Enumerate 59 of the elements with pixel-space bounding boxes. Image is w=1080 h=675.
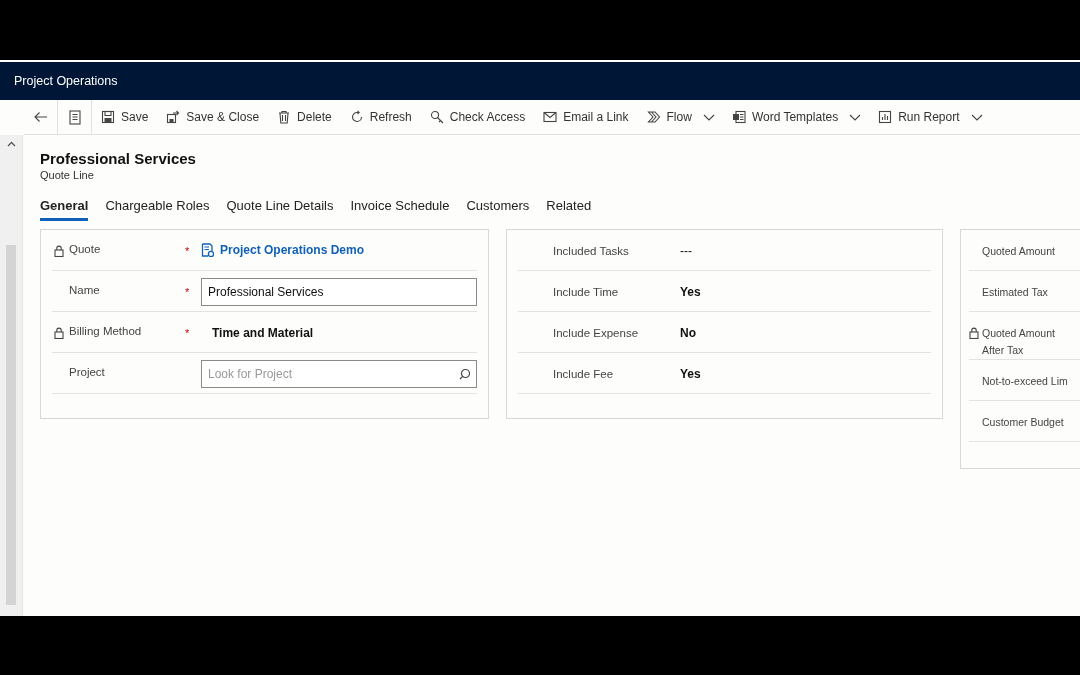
field-value: No	[680, 325, 696, 340]
chevron-down-icon	[702, 113, 715, 121]
lookup-field[interactable]: Look for Project	[201, 360, 477, 388]
tab[interactable]: Related	[546, 194, 592, 221]
scrollbar-thumb[interactable]	[6, 245, 16, 605]
trash-can-icon	[277, 110, 292, 124]
toolbar-button[interactable]: Run Report	[869, 100, 969, 134]
toolbar-button[interactable]: Flow	[637, 100, 701, 134]
tab[interactable]: Invoice Schedule	[350, 194, 450, 221]
tab[interactable]: Quote Line Details	[226, 194, 334, 221]
caret-up-icon[interactable]	[6, 141, 16, 147]
flow-icon	[646, 110, 661, 124]
record-icon	[201, 243, 214, 257]
toolbar-button[interactable]: Check Access	[420, 100, 535, 134]
field-label: Name	[69, 283, 100, 298]
search-icon[interactable]	[459, 368, 471, 380]
field-label: Customer Budget	[982, 415, 1064, 430]
back-arrow-icon	[33, 110, 48, 124]
field-label: Quote	[69, 242, 101, 257]
field-value: Yes	[680, 284, 701, 299]
field-label: Include Fee	[553, 367, 614, 382]
lookup-link[interactable]: Project Operations Demo	[201, 237, 365, 257]
required-mark: *	[185, 245, 190, 257]
field-label: Project	[69, 365, 105, 380]
toolbar-button[interactable]: Refresh	[340, 100, 421, 134]
field-label: Include Expense	[553, 326, 639, 341]
field-value: ---	[680, 243, 692, 258]
tab[interactable]: General	[40, 194, 89, 221]
required-mark: *	[185, 327, 190, 339]
document-icon	[731, 110, 746, 124]
floppy-disk-arrow-icon	[166, 110, 181, 124]
toolbar-button[interactable]: Email a Link	[534, 100, 638, 134]
chevron-down-icon	[849, 113, 862, 121]
refresh-icon	[349, 110, 364, 124]
field-value: Yes	[680, 366, 701, 381]
field-label: Billing Method	[69, 324, 142, 339]
toolbar-button[interactable]: Save	[92, 100, 158, 134]
tab[interactable]: Customers	[466, 194, 530, 221]
field-label: Included Tasks	[553, 244, 629, 259]
bar-chart-icon	[878, 110, 893, 124]
entity-name: Quote Line	[40, 169, 95, 181]
required-mark: *	[185, 286, 190, 298]
tab[interactable]: Chargeable Roles	[105, 194, 210, 221]
toolbar-button[interactable]: Delete	[268, 100, 341, 134]
chevron-down-icon	[970, 113, 983, 121]
toolbar-button[interactable]: Save & Close	[157, 100, 269, 134]
toolbar-button[interactable]: Word Templates	[722, 100, 848, 134]
record-title: Professional Services	[40, 150, 197, 167]
form-icon	[67, 109, 82, 125]
field-label: Quoted Amount After Tax	[982, 326, 1056, 358]
envelope-icon	[543, 110, 558, 124]
field-value: Time and Material	[211, 325, 314, 340]
key-icon	[429, 110, 444, 124]
field-label: Quoted Amount	[982, 244, 1055, 259]
field-label: Include Time	[553, 285, 619, 300]
field-label: Estimated Tax	[982, 285, 1048, 300]
field-label: Not-to-exceed Lim	[982, 374, 1068, 389]
app-title: Project Operations	[14, 74, 118, 88]
text-field[interactable]: Professional Services	[201, 278, 477, 306]
